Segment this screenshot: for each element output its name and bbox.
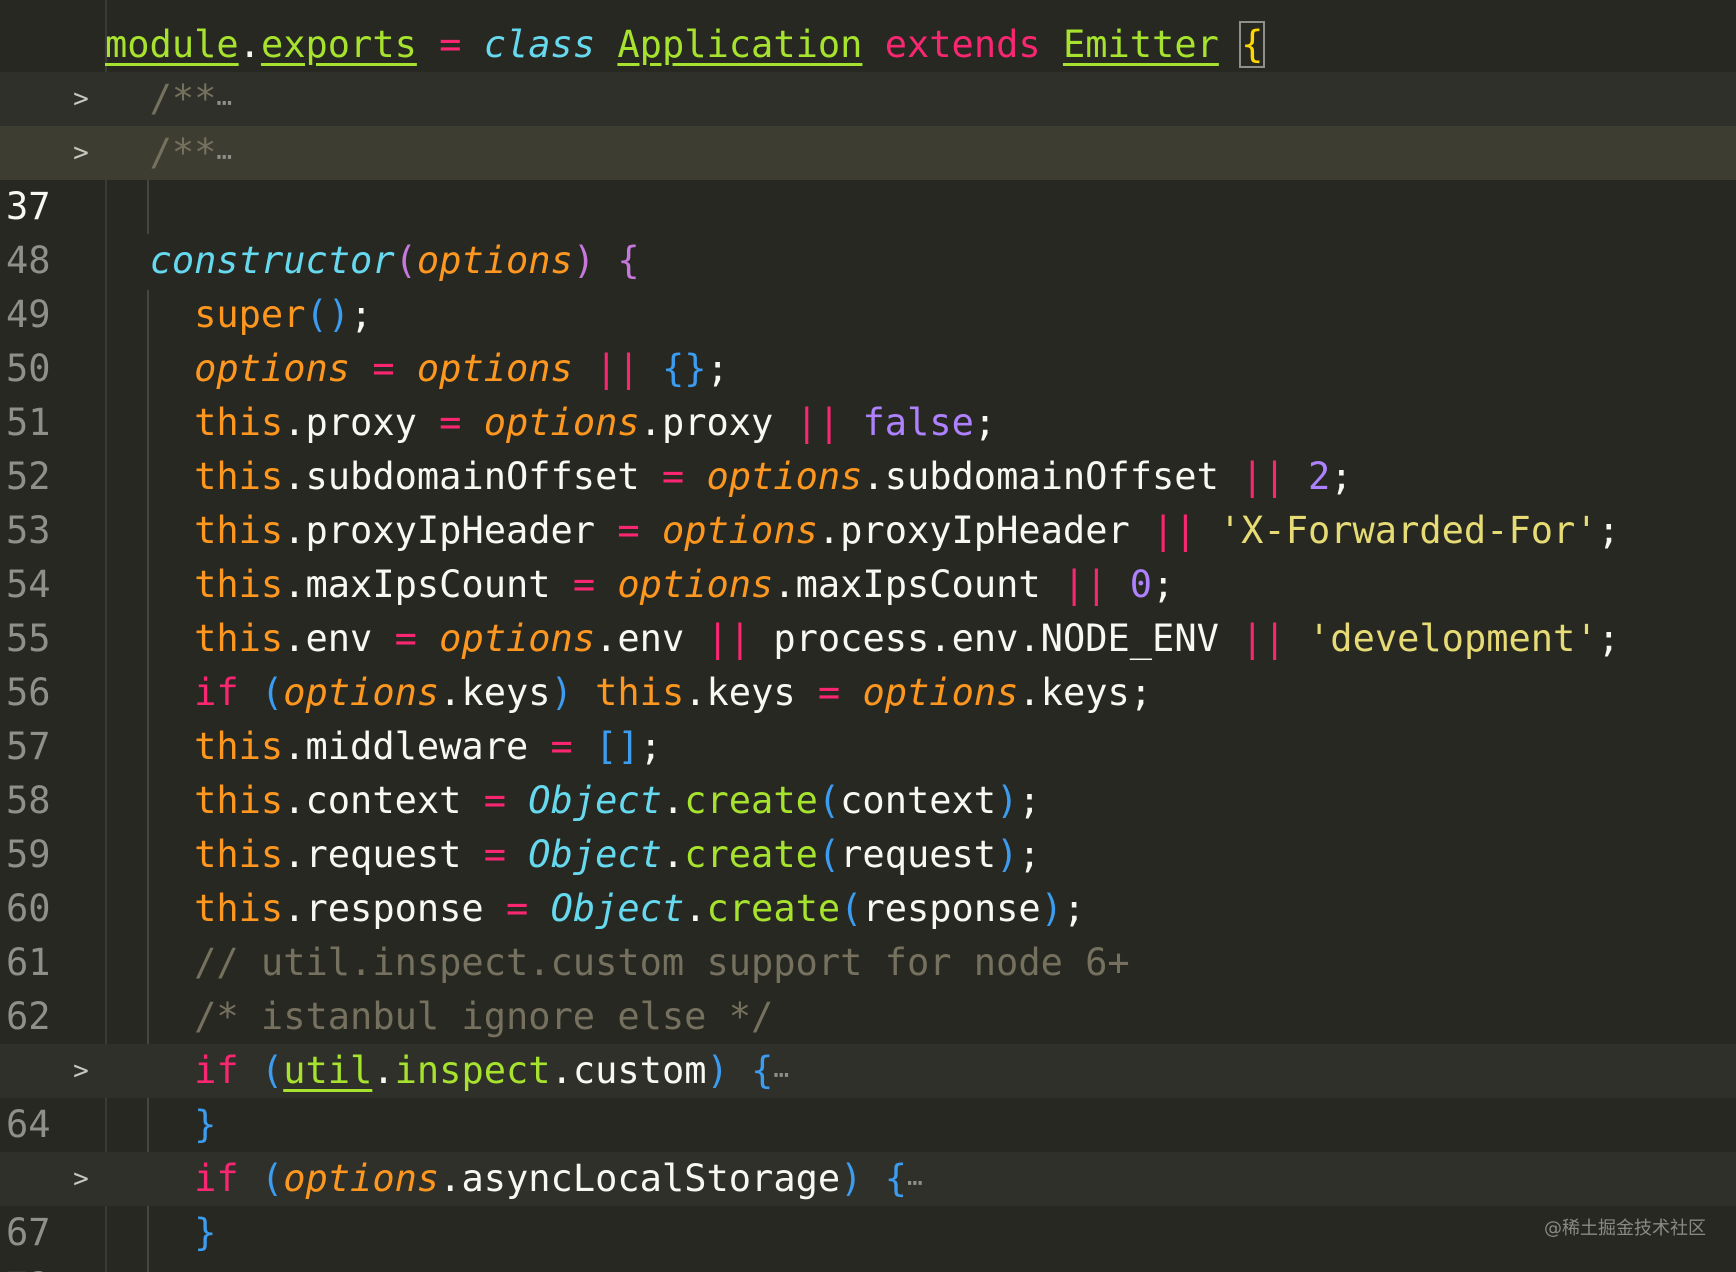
code-text: constructor(options) { bbox=[149, 239, 640, 282]
code-text: if (options.asyncLocalStorage) {⋯ bbox=[194, 1157, 923, 1200]
code-line[interactable]: 49 constructor(options) { bbox=[0, 234, 1736, 336]
code-line[interactable]: 53 this.subdomainOffset = options.subdom… bbox=[0, 450, 1736, 552]
code-text: if (options.keys) this.keys = options.ke… bbox=[194, 671, 1153, 714]
code-text: } bbox=[194, 1103, 217, 1146]
code-line[interactable]: 50 super(); bbox=[0, 288, 1736, 390]
fold-ellipsis-icon[interactable]: ⋯ bbox=[907, 1168, 923, 1198]
code-text: super(); bbox=[194, 293, 373, 336]
code-text: /**⋯ bbox=[149, 131, 233, 174]
code-line[interactable]: 72 } bbox=[0, 1206, 1736, 1272]
code-line[interactable]: 54 this.proxyIpHeader = options.proxyIpH… bbox=[0, 504, 1736, 606]
code-line[interactable]: 60 this.request = Object.create(request)… bbox=[0, 828, 1736, 930]
code-line[interactable]: 48 bbox=[0, 180, 1736, 282]
code-editor[interactable]: 31 module.exports = class Application ex… bbox=[0, 0, 1736, 1272]
code-line-folded[interactable]: 67 > if (options.asyncLocalStorage) {⋯ bbox=[0, 1152, 1736, 1254]
code-line[interactable]: 61 this.response = Object.create(respons… bbox=[0, 882, 1736, 984]
code-text: this.proxy = options.proxy || false; bbox=[194, 401, 997, 444]
code-text: this.response = Object.create(response); bbox=[194, 887, 1086, 930]
code-text: this.middleware = []; bbox=[194, 725, 662, 768]
code-line[interactable]: 57 if (options.keys) this.keys = options… bbox=[0, 666, 1736, 768]
code-line[interactable]: 51 options = options || {}; bbox=[0, 342, 1736, 444]
fold-chevron-icon[interactable]: > bbox=[73, 72, 89, 126]
code-line[interactable]: 56 this.env = options.env || process.env… bbox=[0, 612, 1736, 714]
code-text: this.env = options.env || process.env.NO… bbox=[194, 617, 1620, 660]
fold-chevron-icon[interactable]: > bbox=[73, 126, 89, 180]
code-line-folded[interactable]: 64 > if (util.inspect.custom) {⋯ bbox=[0, 1044, 1736, 1146]
fold-ellipsis-icon[interactable]: ⋯ bbox=[216, 142, 232, 172]
code-text: options = options || {}; bbox=[194, 347, 729, 390]
fold-chevron-icon[interactable]: > bbox=[73, 1152, 89, 1206]
code-text: /**⋯ bbox=[149, 77, 233, 120]
code-line[interactable]: 63 /* istanbul ignore else */ bbox=[0, 990, 1736, 1092]
fold-chevron-icon[interactable]: > bbox=[73, 1044, 89, 1098]
code-text: if (util.inspect.custom) {⋯ bbox=[194, 1049, 789, 1092]
code-line-folded[interactable]: 32 > /**⋯ bbox=[0, 72, 1736, 174]
code-text: } bbox=[194, 1211, 217, 1254]
code-text: this.context = Object.create(context); bbox=[194, 779, 1041, 822]
line-number: 72 bbox=[6, 1260, 56, 1272]
code-line[interactable]: 52 this.proxy = options.proxy || false; bbox=[0, 396, 1736, 498]
code-text: this.proxyIpHeader = options.proxyIpHead… bbox=[194, 509, 1620, 552]
code-line[interactable]: 58 this.middleware = []; bbox=[0, 720, 1736, 822]
matched-bracket: { bbox=[1239, 21, 1266, 68]
code-line[interactable]: 59 this.context = Object.create(context)… bbox=[0, 774, 1736, 876]
code-text: this.request = Object.create(request); bbox=[194, 833, 1041, 876]
code-text: // util.inspect.custom support for node … bbox=[194, 941, 1130, 984]
code-line[interactable]: 66 } bbox=[0, 1098, 1736, 1200]
code-text: this.subdomainOffset = options.subdomain… bbox=[194, 455, 1353, 498]
watermark: @稀土掘金技术社区 bbox=[1544, 1218, 1706, 1239]
code-line[interactable]: 62 // util.inspect.custom support for no… bbox=[0, 936, 1736, 1038]
code-line[interactable]: 55 this.maxIpsCount = options.maxIpsCoun… bbox=[0, 558, 1736, 660]
code-line-folded-current[interactable]: 37 > /**⋯ bbox=[0, 126, 1736, 228]
code-text: this.maxIpsCount = options.maxIpsCount |… bbox=[194, 563, 1175, 606]
code-text: module.exports = class Application exten… bbox=[105, 21, 1266, 68]
code-text: /* istanbul ignore else */ bbox=[194, 995, 774, 1038]
fold-ellipsis-icon[interactable]: ⋯ bbox=[773, 1060, 789, 1090]
code-line[interactable]: 31 module.exports = class Application ex… bbox=[0, 18, 1736, 120]
fold-ellipsis-icon[interactable]: ⋯ bbox=[216, 88, 232, 118]
